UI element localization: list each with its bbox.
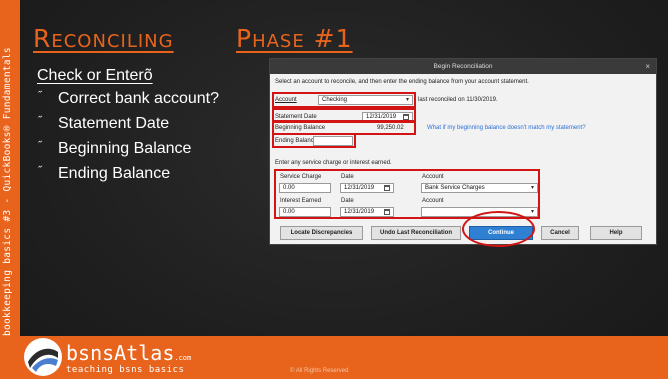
bullet-item: ˝ Correct bank account?	[38, 90, 219, 108]
beginning-balance-help-link[interactable]: What if my beginning balance doesn't mat…	[427, 125, 586, 131]
annotation-box-account	[272, 92, 416, 108]
last-reconciled-text: last reconciled on 11/30/2019.	[418, 97, 498, 103]
instruction-text: Select an account to reconcile, and then…	[275, 79, 529, 85]
bullet-item: ˝ Statement Date	[38, 115, 169, 133]
locate-discrepancies-button[interactable]: Locate Discrepancies	[280, 226, 363, 240]
bullet-mark: ˝	[38, 90, 42, 102]
annotation-box-ending-balance	[272, 133, 356, 148]
service-charge-prompt: Enter any service charge or interest ear…	[275, 160, 392, 166]
undo-last-reconciliation-button[interactable]: Undo Last Reconciliation	[371, 226, 461, 240]
help-button[interactable]: Help	[590, 226, 642, 240]
slide-title-reconciling: Reconciling	[33, 24, 174, 53]
brand-name: bsnsAtlas.com	[66, 341, 191, 365]
brand-text: bsnsAtlas	[66, 341, 175, 365]
bullet-item: ˝ Beginning Balance	[38, 140, 191, 158]
annotation-box-statement-date	[272, 108, 416, 122]
brand-suffix: .com	[174, 354, 192, 362]
copyright-text: © All Rights Reserved	[290, 368, 349, 374]
close-icon[interactable]: ×	[645, 59, 650, 74]
bullet-mark: ˝	[38, 115, 42, 127]
brand-tagline: teaching bsns basics	[66, 365, 185, 375]
bullet-text: Ending Balance	[58, 165, 171, 182]
bullet-text: Statement Date	[58, 115, 170, 132]
slide-title-phase: Phase #1	[236, 24, 353, 53]
annotation-oval-continue	[462, 211, 535, 247]
side-caption: bookkeeping basics #3 - QuickBooks® Fund…	[2, 47, 13, 336]
cancel-button[interactable]: Cancel	[541, 226, 579, 240]
bullet-text: Correct bank account?	[58, 90, 219, 107]
dialog-titlebar: Begin Reconciliation ×	[270, 59, 656, 74]
bullet-mark: ˝	[38, 165, 42, 177]
bullet-item: ˝ Ending Balance	[38, 165, 170, 183]
bullet-heading: Check or Enterõ	[37, 67, 153, 84]
dialog-title: Begin Reconciliation	[433, 63, 493, 70]
globe-logo-icon	[24, 338, 62, 376]
bullet-text: Beginning Balance	[58, 140, 192, 157]
bullet-mark: ˝	[38, 140, 42, 152]
